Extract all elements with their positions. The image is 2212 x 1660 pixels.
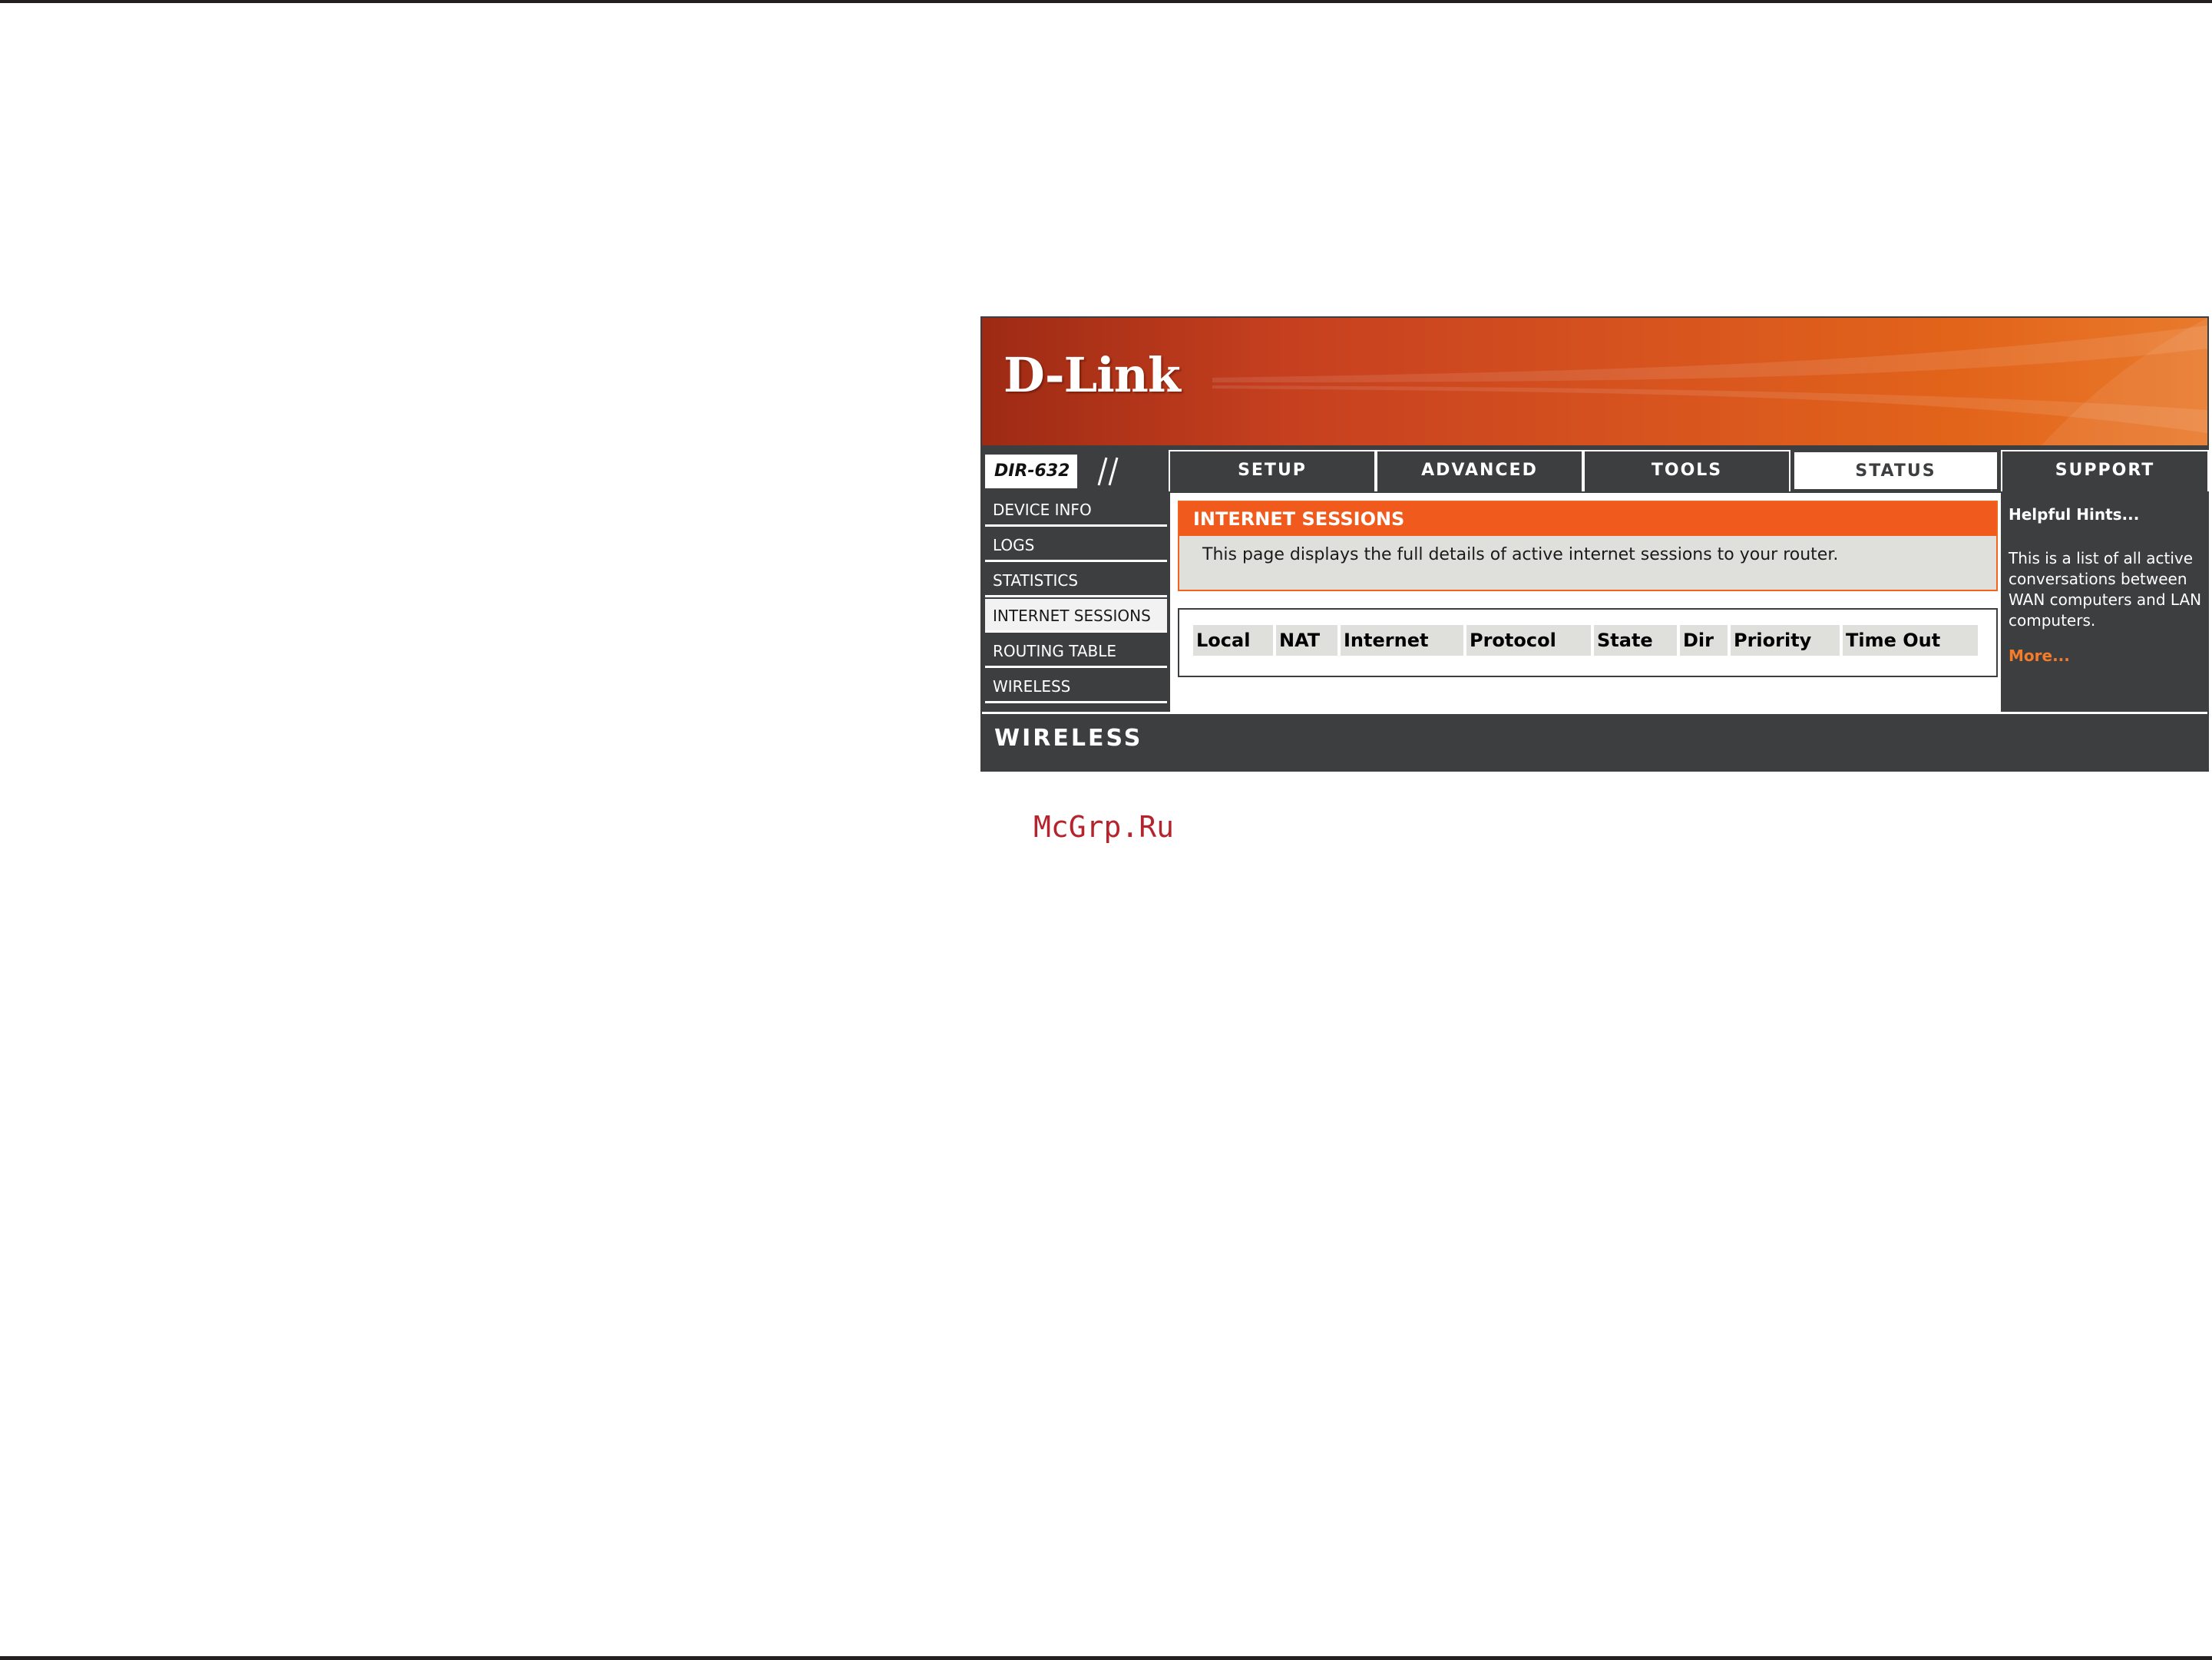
tab-tools[interactable]: TOOLS (1583, 450, 1790, 491)
hints-more-link[interactable]: More... (2009, 646, 2070, 665)
slashes-icon (1097, 457, 1119, 486)
header-banner: D-Link (982, 318, 2207, 445)
hints-title: Helpful Hints... (2009, 505, 2140, 524)
page-bottom-rule (0, 1656, 2212, 1660)
hints-text: This is a list of all active conversatio… (2009, 549, 2202, 630)
helpful-hints-panel: Helpful Hints... This is a list of all a… (2002, 493, 2209, 712)
sidebar-item-device-info[interactable]: DEVICE INFO (985, 493, 1167, 527)
column-header-time-out: Time Out (1843, 625, 1978, 656)
dlink-logo: D-Link (1004, 347, 1181, 403)
sidebar-item-logs[interactable]: LOGS (985, 528, 1167, 562)
section-title: INTERNET SESSIONS (1179, 502, 1996, 536)
column-header-internet: Internet (1341, 625, 1463, 656)
tab-status[interactable]: STATUS (1792, 450, 1999, 491)
sidebar-item-routing-table[interactable]: ROUTING TABLE (985, 634, 1167, 668)
internet-sessions-section: INTERNET SESSIONS This page displays the… (1178, 501, 1998, 591)
router-web-ui: D-Link DIR-632 SETUP ADVANCED TOOLS STAT… (980, 316, 2209, 772)
sidebar-item-wireless[interactable]: WIRELESS (985, 670, 1167, 703)
footer-wireless-label: WIRELESS (994, 725, 1143, 752)
model-badge: DIR-632 (985, 455, 1162, 488)
sidebar-item-statistics[interactable]: STATISTICS (985, 564, 1167, 597)
column-header-state: State (1594, 625, 1677, 656)
sessions-table: Local NAT Internet Protocol State Dir Pr… (1178, 608, 1998, 677)
sidebar: DEVICE INFO LOGS STATISTICS INTERNET SES… (985, 493, 1167, 712)
sidebar-item-internet-sessions[interactable]: INTERNET SESSIONS (985, 599, 1167, 633)
tab-advanced[interactable]: ADVANCED (1376, 450, 1583, 491)
column-header-local: Local (1193, 625, 1273, 656)
top-navigation: DIR-632 SETUP ADVANCED TOOLS STATUS SUPP… (980, 447, 2209, 493)
page-top-rule (0, 0, 2212, 3)
column-header-protocol: Protocol (1466, 625, 1591, 656)
footer-bar: WIRELESS (982, 712, 2207, 770)
main-content: INTERNET SESSIONS This page displays the… (1170, 493, 2001, 712)
tab-support[interactable]: SUPPORT (2001, 450, 2209, 491)
watermark-text: McGrp.Ru (1033, 810, 1175, 844)
model-label: DIR-632 (985, 455, 1077, 488)
tab-setup[interactable]: SETUP (1169, 450, 1376, 491)
column-header-dir: Dir (1680, 625, 1728, 656)
column-header-priority: Priority (1731, 625, 1840, 656)
column-header-nat: NAT (1276, 625, 1337, 656)
section-description: This page displays the full details of a… (1202, 545, 1839, 564)
